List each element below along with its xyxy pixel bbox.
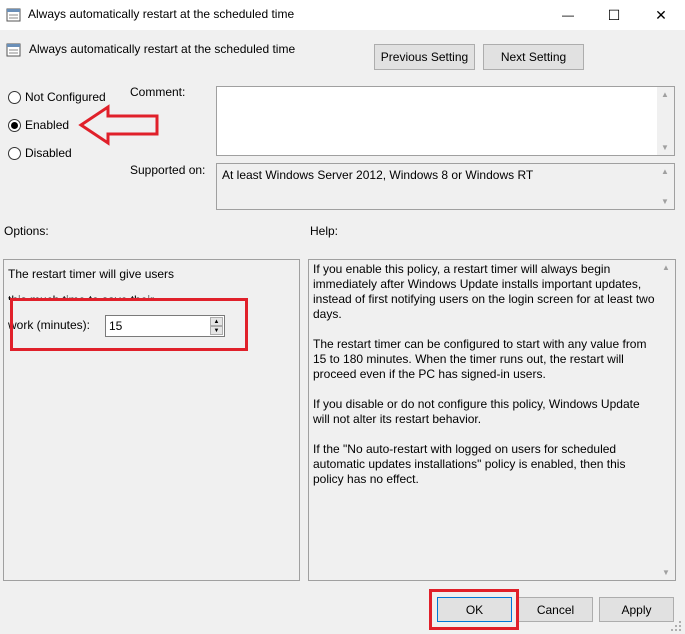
scroll-down-icon: ▼ bbox=[662, 568, 670, 577]
window-title: Always automatically restart at the sche… bbox=[28, 7, 295, 21]
help-paragraph: If the "No auto-restart with logged on u… bbox=[313, 442, 626, 486]
help-paragraph: The restart timer can be configured to s… bbox=[313, 337, 647, 381]
policy-name: Always automatically restart at the sche… bbox=[29, 42, 296, 56]
annotation-highlight-minutes bbox=[10, 298, 248, 351]
maximize-icon: ☐ bbox=[607, 6, 621, 23]
options-heading: Options: bbox=[4, 224, 49, 238]
scroll-down-icon: ▼ bbox=[661, 143, 669, 152]
radio-circle bbox=[8, 146, 21, 160]
help-text: If you enable this policy, a restart tim… bbox=[313, 262, 658, 502]
maximize-button[interactable]: ☐ bbox=[591, 0, 637, 30]
annotation-arrow-icon bbox=[78, 104, 159, 146]
supported-on-field: At least Windows Server 2012, Windows 8 … bbox=[216, 163, 675, 210]
comment-scrollbar[interactable]: ▲ ▼ bbox=[657, 87, 674, 155]
radio-circle-selected bbox=[8, 118, 21, 132]
help-paragraph: If you disable or do not configure this … bbox=[313, 397, 640, 426]
scroll-up-icon: ▲ bbox=[661, 90, 669, 99]
cancel-button[interactable]: Cancel bbox=[518, 597, 593, 622]
supported-on-label: Supported on: bbox=[130, 163, 206, 177]
policy-icon bbox=[6, 8, 21, 22]
resize-grip-icon[interactable] bbox=[670, 620, 682, 632]
help-paragraph: If you enable this policy, a restart tim… bbox=[313, 262, 655, 321]
options-text-line1: The restart timer will give users bbox=[8, 267, 175, 281]
help-panel: If you enable this policy, a restart tim… bbox=[308, 259, 676, 581]
title-bar: Always automatically restart at the sche… bbox=[0, 0, 685, 30]
supported-scrollbar[interactable]: ▲ ▼ bbox=[657, 164, 674, 209]
policy-setting-icon bbox=[6, 43, 21, 57]
radio-label: Disabled bbox=[25, 146, 72, 160]
annotation-highlight-ok bbox=[429, 589, 519, 630]
previous-setting-button[interactable]: Previous Setting bbox=[374, 44, 475, 70]
next-setting-button[interactable]: Next Setting bbox=[483, 44, 584, 70]
radio-disabled[interactable]: Disabled bbox=[8, 146, 72, 160]
close-icon: ✕ bbox=[655, 6, 667, 23]
apply-button[interactable]: Apply bbox=[599, 597, 674, 622]
radio-circle bbox=[8, 90, 21, 104]
scroll-up-icon: ▲ bbox=[661, 167, 669, 176]
radio-enabled[interactable]: Enabled bbox=[8, 118, 69, 132]
comment-label: Comment: bbox=[130, 85, 186, 99]
supported-on-value: At least Windows Server 2012, Windows 8 … bbox=[222, 168, 534, 182]
scroll-up-icon: ▲ bbox=[662, 263, 670, 272]
help-scrollbar[interactable]: ▲ ▼ bbox=[658, 260, 675, 580]
minimize-icon: — bbox=[562, 8, 574, 22]
radio-not-configured[interactable]: Not Configured bbox=[8, 90, 106, 104]
radio-label: Enabled bbox=[25, 118, 70, 132]
scroll-down-icon: ▼ bbox=[661, 197, 669, 206]
minimize-button[interactable]: — bbox=[545, 0, 591, 30]
help-heading: Help: bbox=[310, 224, 339, 238]
comment-textarea[interactable]: ▲ ▼ bbox=[216, 86, 675, 156]
radio-label: Not Configured bbox=[25, 90, 106, 104]
close-button[interactable]: ✕ bbox=[638, 0, 684, 30]
